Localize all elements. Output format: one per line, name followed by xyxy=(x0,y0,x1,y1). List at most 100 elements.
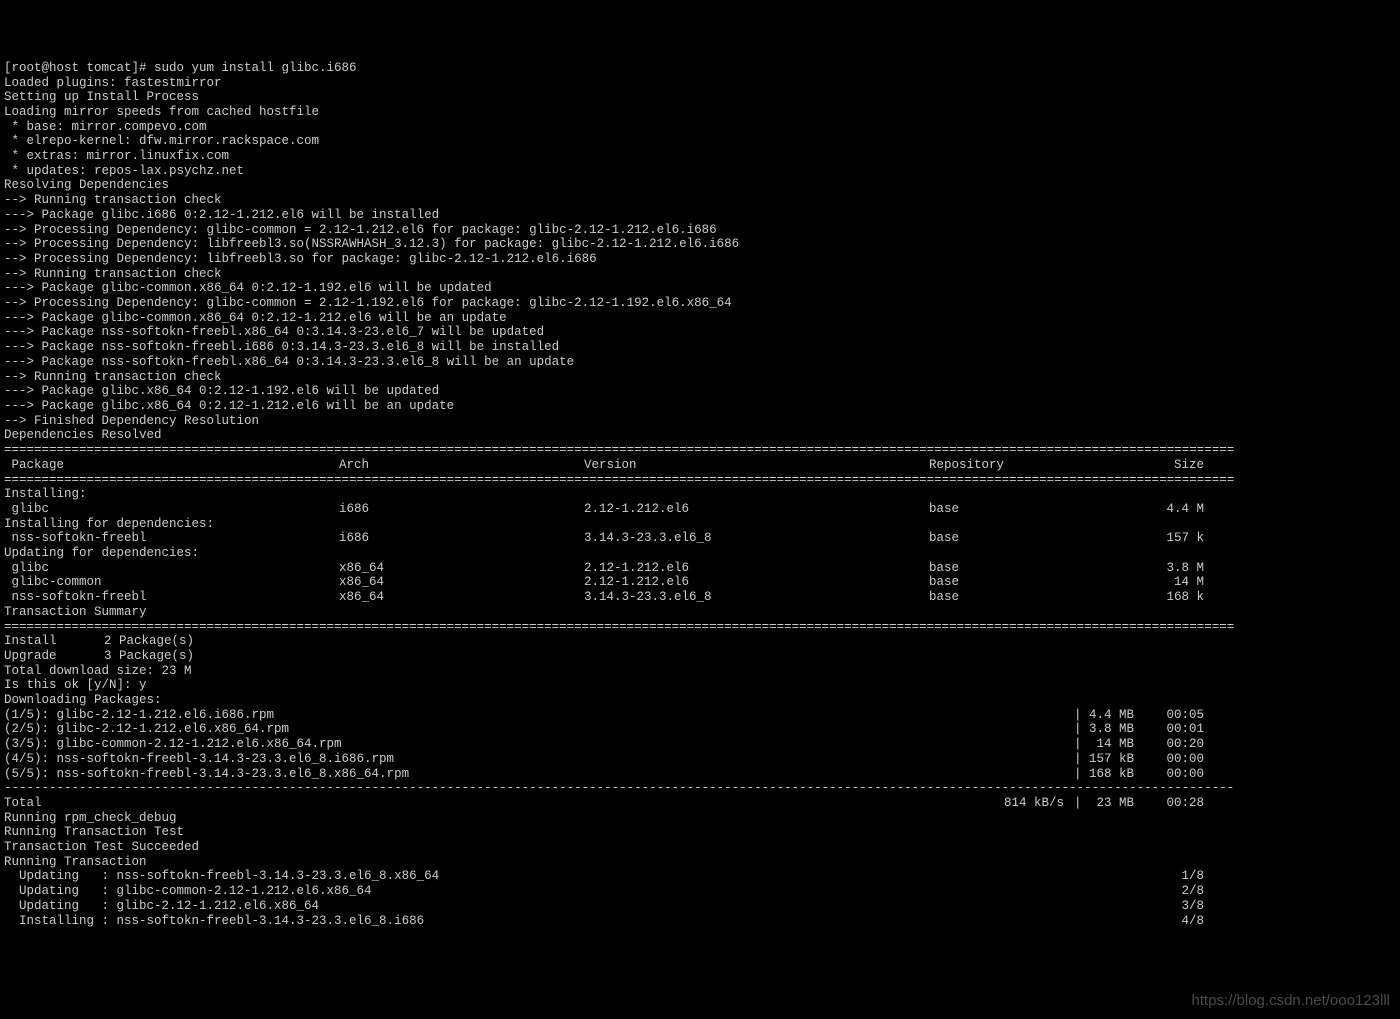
total-time: 00:28 xyxy=(1134,796,1204,811)
progress-name: Updating : glibc-common-2.12-1.212.el6.x… xyxy=(4,884,1159,899)
terminal-line: Running Transaction Test xyxy=(4,825,1396,840)
terminal-line: Total download size: 23 M xyxy=(4,664,1396,679)
transaction-progress-row: Installing : nss-softokn-freebl-3.14.3-2… xyxy=(4,914,1396,929)
summary-row: Install2 Package(s) xyxy=(4,634,1396,649)
terminal-line: Loaded plugins: fastestmirror xyxy=(4,76,1396,91)
terminal-line: Transaction Test Succeeded xyxy=(4,840,1396,855)
progress-name: Installing : nss-softokn-freebl-3.14.3-2… xyxy=(4,914,1159,929)
watermark-text: https://blog.csdn.net/ooo123lll xyxy=(1192,994,1390,1009)
terminal-line: ---> Package nss-softokn-freebl.x86_64 0… xyxy=(4,325,1396,340)
download-name: (4/5): nss-softokn-freebl-3.14.3-23.3.el… xyxy=(4,752,1064,767)
download-size: | 3.8 MB xyxy=(1064,722,1134,737)
transaction-progress-row: Updating : glibc-common-2.12-1.212.el6.x… xyxy=(4,884,1396,899)
progress-count: 4/8 xyxy=(1159,914,1204,929)
divider-eq: ========================================… xyxy=(4,473,1396,488)
col-pkg: nss-softokn-freebl xyxy=(4,590,339,605)
shell-prompt[interactable]: [root@host tomcat]# sudo yum install gli… xyxy=(4,61,1396,76)
divider-eq: ========================================… xyxy=(4,620,1396,635)
col-repo: base xyxy=(929,561,1139,576)
col-arch: i686 xyxy=(339,531,584,546)
summary-value: 3 Package(s) xyxy=(104,649,194,664)
section-title: Installing: xyxy=(4,487,1396,502)
terminal-line: --> Processing Dependency: glibc-common … xyxy=(4,296,1396,311)
download-total-row: Total814 kB/s| 23 MB00:28 xyxy=(4,796,1396,811)
terminal-line: --> Finished Dependency Resolution xyxy=(4,414,1396,429)
terminal-line: --> Running transaction check xyxy=(4,267,1396,282)
divider-dash: ----------------------------------------… xyxy=(4,781,1396,796)
terminal-line: Running Transaction xyxy=(4,855,1396,870)
section-title: Updating for dependencies: xyxy=(4,546,1396,561)
download-row: (2/5): glibc-2.12-1.212.el6.x86_64.rpm| … xyxy=(4,722,1396,737)
col-repo: base xyxy=(929,590,1139,605)
terminal-line: Loading mirror speeds from cached hostfi… xyxy=(4,105,1396,120)
col-arch: x86_64 xyxy=(339,590,584,605)
col-size: 4.4 M xyxy=(1139,502,1204,517)
terminal-line: ---> Package glibc.x86_64 0:2.12-1.212.e… xyxy=(4,399,1396,414)
table-row: nss-softokn-freeblx86_643.14.3-23.3.el6_… xyxy=(4,590,1396,605)
progress-name: Updating : nss-softokn-freebl-3.14.3-23.… xyxy=(4,869,1159,884)
total-size: | 23 MB xyxy=(1064,796,1134,811)
download-row: (5/5): nss-softokn-freebl-3.14.3-23.3.el… xyxy=(4,767,1396,782)
col-pkg: glibc xyxy=(4,561,339,576)
col-ver: 3.14.3-23.3.el6_8 xyxy=(584,590,929,605)
progress-count: 1/8 xyxy=(1159,869,1204,884)
col-pkg: Package xyxy=(4,458,339,473)
terminal-line: ---> Package glibc-common.x86_64 0:2.12-… xyxy=(4,311,1396,326)
confirm-prompt[interactable]: Is this ok [y/N]: y xyxy=(4,678,1396,693)
download-size: | 157 kB xyxy=(1064,752,1134,767)
terminal-line: * base: mirror.compevo.com xyxy=(4,120,1396,135)
download-time: 00:20 xyxy=(1134,737,1204,752)
divider-eq: ========================================… xyxy=(4,443,1396,458)
table-row: glibc-commonx86_642.12-1.212.el6base 14 … xyxy=(4,575,1396,590)
section-title: Installing for dependencies: xyxy=(4,517,1396,532)
terminal-line: ---> Package glibc.x86_64 0:2.12-1.192.e… xyxy=(4,384,1396,399)
summary-row: Upgrade3 Package(s) xyxy=(4,649,1396,664)
download-name: (1/5): glibc-2.12-1.212.el6.i686.rpm xyxy=(4,708,1064,723)
progress-name: Updating : glibc-2.12-1.212.el6.x86_64 xyxy=(4,899,1159,914)
col-repo: base xyxy=(929,575,1139,590)
download-size: | 14 MB xyxy=(1064,737,1134,752)
col-size: 14 M xyxy=(1139,575,1204,590)
terminal-line: --> Running transaction check xyxy=(4,193,1396,208)
progress-count: 2/8 xyxy=(1159,884,1204,899)
summary-label: Upgrade xyxy=(4,649,104,664)
download-name: (2/5): glibc-2.12-1.212.el6.x86_64.rpm xyxy=(4,722,1064,737)
table-header-row: PackageArchVersionRepositorySize xyxy=(4,458,1396,473)
table-row: glibci6862.12-1.212.el6base4.4 M xyxy=(4,502,1396,517)
terminal-line: --> Running transaction check xyxy=(4,370,1396,385)
col-pkg: nss-softokn-freebl xyxy=(4,531,339,546)
col-repo: Repository xyxy=(929,458,1139,473)
download-name: (5/5): nss-softokn-freebl-3.14.3-23.3.el… xyxy=(4,767,1064,782)
terminal-line: --> Processing Dependency: glibc-common … xyxy=(4,223,1396,238)
download-time: 00:00 xyxy=(1134,752,1204,767)
download-name: (3/5): glibc-common-2.12-1.212.el6.x86_6… xyxy=(4,737,1064,752)
col-size: 157 k xyxy=(1139,531,1204,546)
terminal-line: ---> Package nss-softokn-freebl.i686 0:3… xyxy=(4,340,1396,355)
col-size: Size xyxy=(1139,458,1204,473)
col-arch: x86_64 xyxy=(339,561,584,576)
col-ver: 3.14.3-23.3.el6_8 xyxy=(584,531,929,546)
transaction-progress-row: Updating : nss-softokn-freebl-3.14.3-23.… xyxy=(4,869,1396,884)
txn-summary-title: Transaction Summary xyxy=(4,605,1396,620)
col-pkg: glibc-common xyxy=(4,575,339,590)
col-ver: 2.12-1.212.el6 xyxy=(584,575,929,590)
terminal-line: * updates: repos-lax.psychz.net xyxy=(4,164,1396,179)
col-size: 168 k xyxy=(1139,590,1204,605)
col-arch: Arch xyxy=(339,458,584,473)
terminal-line: Setting up Install Process xyxy=(4,90,1396,105)
col-arch: x86_64 xyxy=(339,575,584,590)
download-time: 00:05 xyxy=(1134,708,1204,723)
total-rate: 814 kB/s xyxy=(989,796,1064,811)
terminal-line: --> Processing Dependency: libfreebl3.so… xyxy=(4,252,1396,267)
terminal-output: [root@host tomcat]# sudo yum install gli… xyxy=(4,61,1396,928)
table-row: glibcx86_642.12-1.212.el6base3.8 M xyxy=(4,561,1396,576)
terminal-line: ---> Package nss-softokn-freebl.x86_64 0… xyxy=(4,355,1396,370)
download-time: 00:00 xyxy=(1134,767,1204,782)
total-label: Total xyxy=(4,796,989,811)
terminal-line: * elrepo-kernel: dfw.mirror.rackspace.co… xyxy=(4,134,1396,149)
terminal-line: Dependencies Resolved xyxy=(4,428,1396,443)
col-pkg: glibc xyxy=(4,502,339,517)
summary-label: Install xyxy=(4,634,104,649)
download-size: | 168 kB xyxy=(1064,767,1134,782)
col-ver: Version xyxy=(584,458,929,473)
